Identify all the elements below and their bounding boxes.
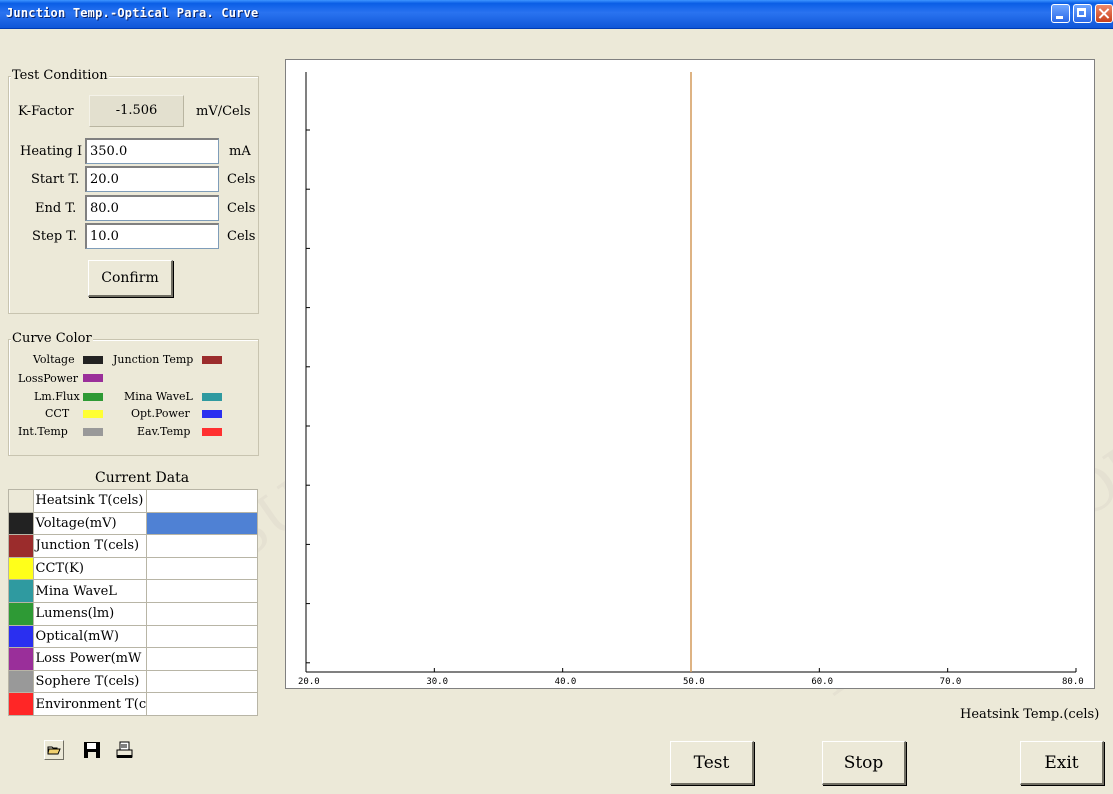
curve-color-label-cct: CCT xyxy=(45,407,70,420)
row-color-swatch xyxy=(8,534,34,558)
heating-current-input[interactable] xyxy=(85,138,219,164)
row-name: Lumens(lm) xyxy=(32,601,148,626)
row-name: Junction T(cels) xyxy=(32,534,148,558)
row-color-swatch xyxy=(8,624,34,649)
plot-area: 20.0 30.0 40.0 50.0 60.0 70.0 80.0 xyxy=(285,59,1095,689)
k-factor-unit: mV/Cels xyxy=(196,104,251,119)
minimize-button[interactable] xyxy=(1051,4,1070,23)
row-name: Voltage(mV) xyxy=(32,511,148,536)
end-temp-unit: Cels xyxy=(227,201,256,216)
step-temp-label: Step T. xyxy=(32,229,78,244)
table-row[interactable]: Voltage(mV) xyxy=(8,511,258,536)
curve-color-label-losspower: LossPower xyxy=(18,372,78,385)
curve-color-swatch-losspower[interactable] xyxy=(83,374,103,382)
start-temp-input[interactable] xyxy=(85,166,219,192)
table-row[interactable]: CCT(K) xyxy=(8,556,258,581)
curve-color-swatch-mina-wavel[interactable] xyxy=(202,393,222,401)
curve-color-title: Curve Color xyxy=(11,331,93,346)
row-value[interactable] xyxy=(146,692,258,716)
row-name: CCT(K) xyxy=(32,556,148,581)
x-tick-label: 40.0 xyxy=(555,677,577,687)
end-temp-input[interactable] xyxy=(85,195,219,221)
start-temp-unit: Cels xyxy=(227,172,256,187)
row-color-swatch xyxy=(8,489,34,513)
row-color-swatch xyxy=(8,669,34,694)
table-row[interactable]: Heatsink T(cels) xyxy=(8,489,258,513)
end-temp-label: End T. xyxy=(35,201,77,216)
row-name: Heatsink T(cels) xyxy=(32,489,148,513)
row-color-swatch xyxy=(8,692,34,716)
curve-color-swatch-junction-temp[interactable] xyxy=(202,356,222,364)
row-value[interactable] xyxy=(146,624,258,649)
current-data-table: Heatsink T(cels) Voltage(mV) Junction T(ce… xyxy=(8,489,258,716)
row-value[interactable] xyxy=(146,511,258,536)
test-condition-title: Test Condition xyxy=(11,68,109,83)
title-bar: Junction Temp.-Optical Para. Curve xyxy=(0,0,1113,29)
start-temp-label: Start T. xyxy=(31,172,80,187)
open-folder-icon[interactable] xyxy=(44,740,64,760)
curve-color-label-opt-power: Opt.Power xyxy=(131,407,190,420)
row-name: Mina WaveL xyxy=(32,579,148,603)
save-disk-icon[interactable] xyxy=(82,740,102,760)
maximize-button[interactable] xyxy=(1073,4,1092,23)
row-value[interactable] xyxy=(146,534,258,558)
table-row[interactable]: Lumens(lm) xyxy=(8,601,258,626)
row-color-swatch xyxy=(8,579,34,603)
row-value[interactable] xyxy=(146,489,258,513)
junction-temp-chart: 20.0 30.0 40.0 50.0 60.0 70.0 80.0 xyxy=(298,72,1084,687)
x-tick-label: 70.0 xyxy=(940,677,962,687)
row-value[interactable] xyxy=(146,579,258,603)
curve-color-label-int-temp: Int.Temp xyxy=(18,425,68,438)
step-temp-input[interactable] xyxy=(85,223,219,249)
row-color-swatch xyxy=(8,511,34,536)
row-value[interactable] xyxy=(146,669,258,694)
row-name: Sophere T(cels) xyxy=(32,669,148,694)
table-row[interactable]: Sophere T(cels) xyxy=(8,669,258,694)
table-row[interactable]: Junction T(cels) xyxy=(8,534,258,558)
confirm-button[interactable]: Confirm xyxy=(88,260,173,297)
heating-current-label: Heating I xyxy=(20,144,83,159)
curve-color-label-mina-wavel: Mina WaveL xyxy=(124,390,193,403)
row-color-swatch xyxy=(8,601,34,626)
window-title: Junction Temp.-Optical Para. Curve xyxy=(6,6,259,20)
x-tick-label: 30.0 xyxy=(426,677,448,687)
exit-button[interactable]: Exit xyxy=(1020,741,1104,785)
curve-color-swatch-eav-temp[interactable] xyxy=(202,428,222,436)
heating-current-unit: mA xyxy=(229,144,251,159)
x-tick-label: 20.0 xyxy=(298,677,320,687)
row-value[interactable] xyxy=(146,647,258,671)
step-temp-unit: Cels xyxy=(227,229,256,244)
row-value[interactable] xyxy=(146,556,258,581)
row-color-swatch xyxy=(8,647,34,671)
curve-color-swatch-int-temp[interactable] xyxy=(83,428,103,436)
curve-color-swatch-voltage[interactable] xyxy=(83,356,103,364)
table-row[interactable]: Mina WaveL xyxy=(8,579,258,603)
close-button[interactable] xyxy=(1095,4,1113,23)
curve-color-label-junction-temp: Junction Temp xyxy=(113,353,194,366)
row-name: Environment T(c xyxy=(32,692,148,716)
row-name: Optical(mW) xyxy=(32,624,148,649)
curve-color-label-voltage: Voltage xyxy=(33,353,75,366)
curve-color-swatch-opt-power[interactable] xyxy=(202,410,222,418)
x-tick-label: 50.0 xyxy=(683,677,705,687)
stop-button[interactable]: Stop xyxy=(822,741,906,785)
row-name: Loss Power(mW xyxy=(32,647,148,671)
curve-color-label-eav-temp: Eav.Temp xyxy=(137,425,191,438)
table-row[interactable]: Loss Power(mW xyxy=(8,647,258,671)
x-tick-label: 80.0 xyxy=(1062,677,1084,687)
test-button[interactable]: Test xyxy=(670,741,754,785)
curve-color-swatch-cct[interactable] xyxy=(83,410,103,418)
curve-color-label-lm-flux: Lm.Flux xyxy=(34,390,80,403)
table-row[interactable]: Environment T(c xyxy=(8,692,258,716)
current-data-title: Current Data xyxy=(95,470,190,486)
print-icon[interactable] xyxy=(114,740,134,760)
k-factor-value: -1.506 xyxy=(89,95,184,127)
row-value[interactable] xyxy=(146,601,258,626)
curve-color-swatch-lm-flux[interactable] xyxy=(83,393,103,401)
x-axis-label: Heatsink Temp.(cels) xyxy=(960,707,1100,722)
k-factor-label: K-Factor xyxy=(18,104,74,119)
table-row[interactable]: Optical(mW) xyxy=(8,624,258,649)
row-color-swatch xyxy=(8,556,34,581)
x-tick-label: 60.0 xyxy=(811,677,833,687)
